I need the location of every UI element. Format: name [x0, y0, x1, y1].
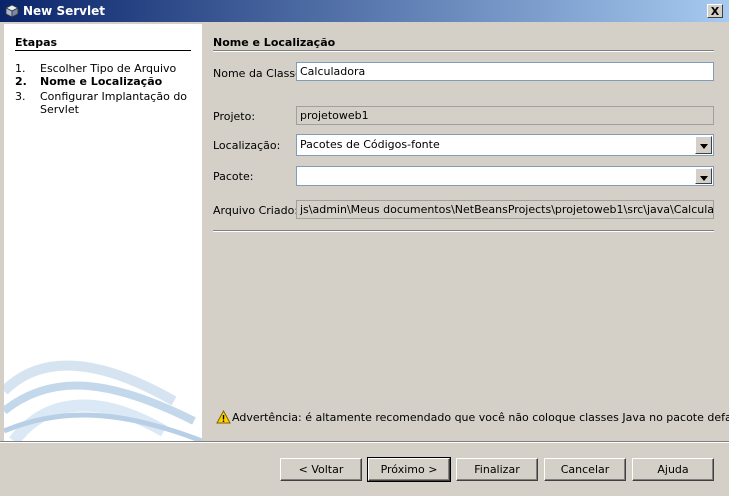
chevron-down-icon[interactable] [695, 136, 712, 154]
created-file-field: js\admin\Meus documentos\NetBeansProject… [296, 200, 714, 219]
step-label: Nome e Localização [40, 75, 163, 88]
steps-heading: Etapas [15, 36, 58, 49]
location-label: Localização: [213, 139, 281, 152]
warning-triangle-icon [216, 410, 231, 424]
help-button[interactable]: Ajuda [632, 458, 714, 481]
title-bar: New Servlet X [0, 0, 729, 22]
step-label: Configurar Implantação do Servlet [40, 90, 188, 116]
location-selected-value: Pacotes de Códigos-fonte [300, 138, 440, 151]
cube-icon [5, 4, 19, 18]
steps-panel: Etapas 1. Escolher Tipo de Arquivo 2. No… [4, 24, 202, 441]
package-label: Pacote: [213, 170, 254, 183]
cancel-button[interactable]: Cancelar [544, 458, 626, 481]
section-title: Nome e Localização [213, 36, 336, 49]
section-divider [213, 50, 714, 52]
step-number: 2. [15, 75, 27, 88]
window-title: New Servlet [23, 4, 105, 18]
finish-button[interactable]: Finalizar [456, 458, 538, 481]
class-name-label: Nome da Classe: [213, 67, 306, 80]
steps-divider [15, 50, 191, 51]
warning-text: Advertência: é altamente recomendado que… [232, 411, 729, 424]
decorative-swirl-graphic [4, 360, 202, 441]
step-number: 3. [15, 90, 26, 103]
button-bar-divider [0, 441, 729, 443]
class-name-input[interactable]: Calculadora [296, 62, 714, 81]
close-button[interactable]: X [707, 4, 723, 18]
step-number: 1. [15, 62, 26, 75]
back-button[interactable]: < Voltar [280, 458, 362, 481]
form-panel: Nome e Localização Nome da Classe: Calcu… [202, 24, 729, 441]
location-select[interactable]: Pacotes de Códigos-fonte [296, 134, 714, 156]
created-file-label: Arquivo Criado: [213, 204, 299, 217]
package-select[interactable] [296, 166, 714, 186]
project-field: projetoweb1 [296, 106, 714, 125]
form-divider [213, 230, 714, 232]
project-label: Projeto: [213, 110, 256, 123]
next-button[interactable]: Próximo > [367, 457, 451, 482]
chevron-down-icon[interactable] [695, 168, 712, 184]
step-label: Escolher Tipo de Arquivo [40, 62, 177, 75]
